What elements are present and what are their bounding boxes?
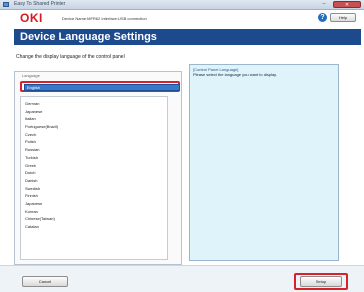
cancel-button[interactable]: Cancel — [22, 276, 68, 287]
language-option[interactable]: Danish — [25, 177, 167, 185]
language-group-legend: Language — [22, 73, 40, 78]
current-language-highlight: English — [20, 81, 180, 92]
language-option[interactable]: Polish — [25, 138, 167, 146]
instruction-text: Change the display language of the contr… — [16, 54, 125, 60]
window-title: Easy To Shared Printer — [14, 1, 66, 7]
window-title-bar: Easy To Shared Printer – ✕ — [0, 0, 364, 10]
language-option[interactable]: Japanese — [25, 200, 167, 208]
language-option[interactable]: Japanese — [25, 108, 167, 116]
device-info: Device Name:MFR62 Interface:USB connecti… — [62, 16, 147, 21]
page-title: Device Language Settings — [20, 31, 157, 43]
help-icon[interactable]: ? — [318, 13, 327, 22]
description-text: Please select the language you want to d… — [193, 72, 277, 77]
language-option[interactable]: Swedish — [25, 185, 167, 193]
language-option[interactable]: Catalan — [25, 223, 167, 231]
language-option[interactable]: Czech — [25, 131, 167, 139]
language-option[interactable]: Italian — [25, 115, 167, 123]
language-option[interactable]: Chinese(Taiwan) — [25, 215, 167, 223]
language-option[interactable]: Greek — [25, 162, 167, 170]
language-option[interactable]: Finnish — [25, 192, 167, 200]
oki-logo: OKI — [20, 11, 43, 25]
minimize-button[interactable]: – — [317, 1, 331, 8]
help-button[interactable]: Help — [330, 13, 356, 22]
language-option[interactable]: Turkish — [25, 154, 167, 162]
setup-button[interactable]: Setup — [300, 276, 342, 287]
language-option[interactable]: Dutch — [25, 169, 167, 177]
description-panel: [Control Panel Language] Please select t… — [189, 64, 339, 261]
language-list[interactable]: German Japanese Italian Portuguese(Brazi… — [20, 96, 168, 260]
language-option[interactable]: Russian — [25, 146, 167, 154]
app-icon — [3, 2, 9, 7]
language-option[interactable]: Korean — [25, 208, 167, 216]
current-language-field[interactable]: English — [24, 84, 180, 91]
language-option[interactable]: German — [25, 100, 167, 108]
close-button[interactable]: ✕ — [333, 1, 361, 8]
page-banner: Device Language Settings — [14, 29, 361, 45]
language-option[interactable]: Portuguese(Brazil) — [25, 123, 167, 131]
help-group: ? Help — [318, 13, 356, 22]
header-bar — [0, 10, 364, 26]
